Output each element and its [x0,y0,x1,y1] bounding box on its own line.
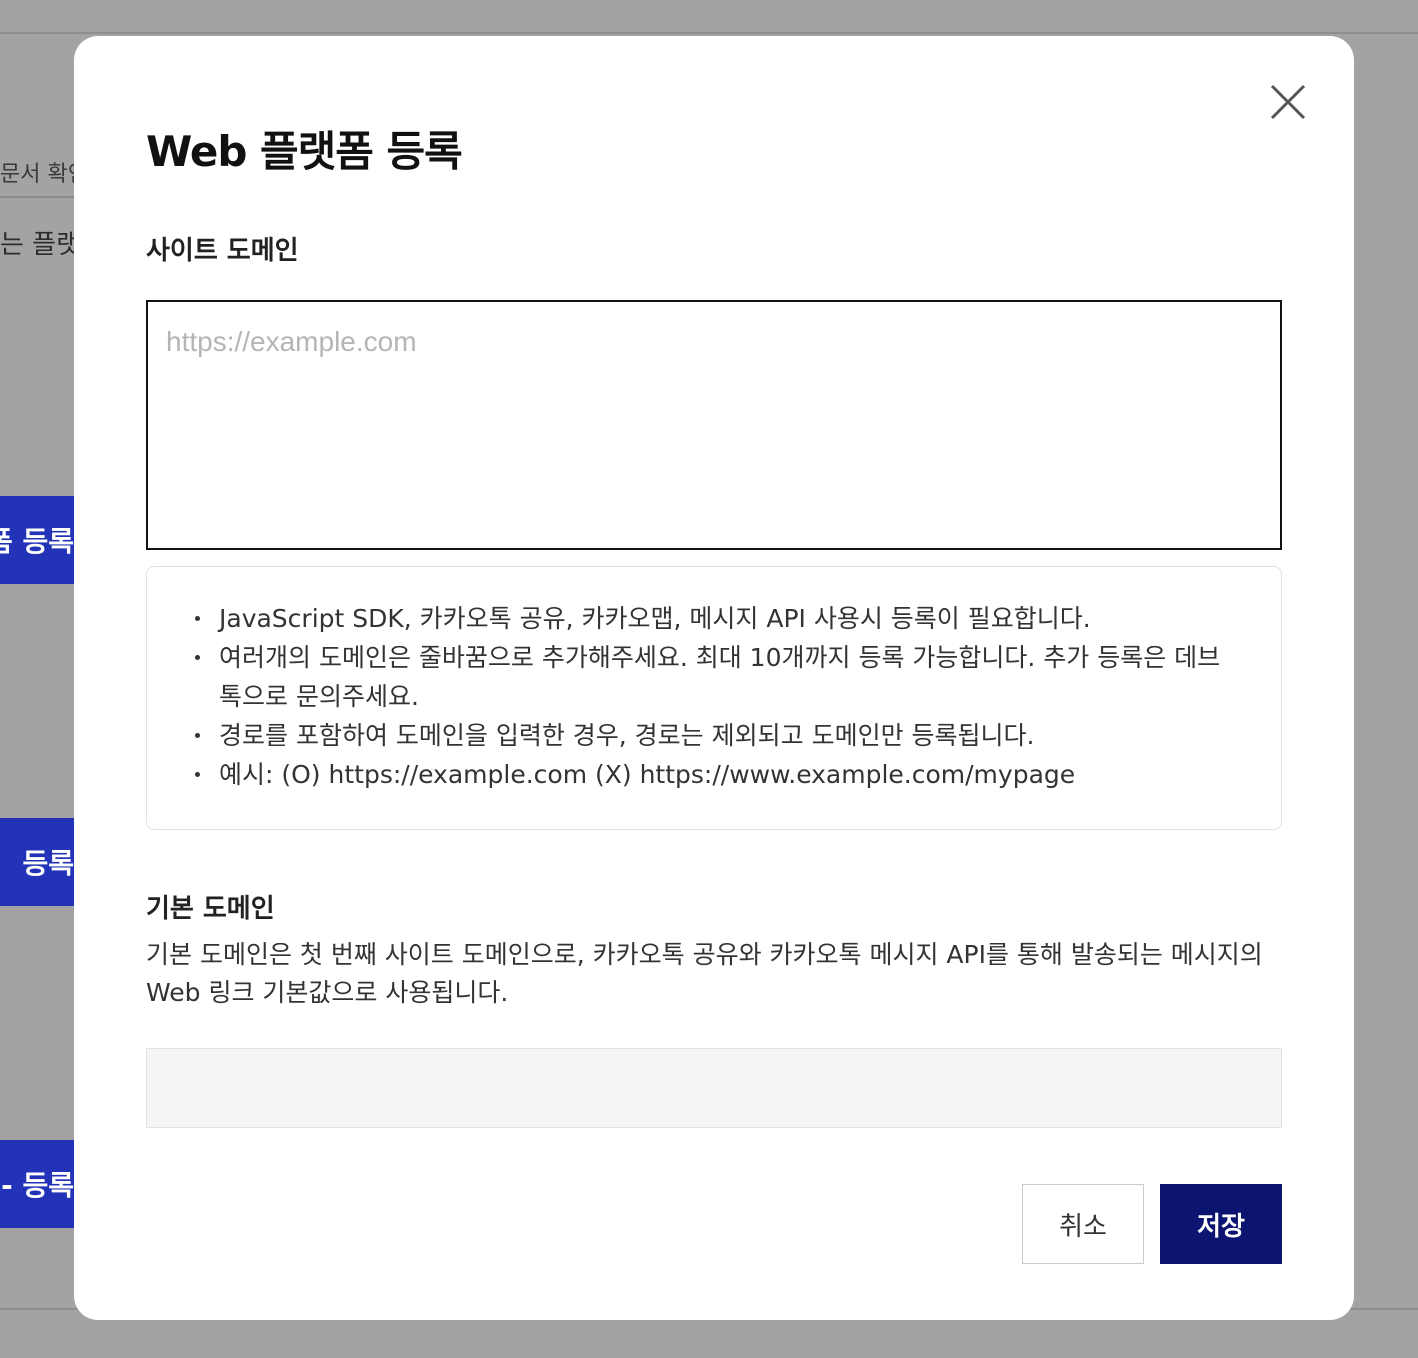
background-divider-top [0,32,1418,34]
save-button[interactable]: 저장 [1160,1184,1282,1264]
cancel-button[interactable]: 취소 [1022,1184,1144,1264]
background-register-button: - 등록 [0,1140,74,1228]
site-domain-input[interactable] [146,300,1282,550]
background-intro-text: 는 플랫폼 [0,230,74,260]
bullet-icon [195,772,200,777]
bullet-icon [195,655,200,660]
info-item: 경로를 포함하여 도메인을 입력한 경우, 경로는 제외되고 도메인만 등록됩니… [191,716,1241,755]
background-register-button-label: - 등록 [1,1169,74,1202]
default-domain-field [146,1048,1282,1128]
info-item-text: JavaScript SDK, 카카오톡 공유, 카카오맵, 메시지 API 사… [219,604,1091,633]
info-item: JavaScript SDK, 카카오톡 공유, 카카오맵, 메시지 API 사… [191,599,1241,638]
site-domain-info-box: JavaScript SDK, 카카오톡 공유, 카카오맵, 메시지 API 사… [146,566,1282,830]
background-register-button-label: 랫폼 등록 [0,525,74,558]
background-register-button-label: 등록 [22,847,74,880]
default-domain-description: 기본 도메인은 첫 번째 사이트 도메인으로, 카카오톡 공유와 카카오톡 메시… [146,940,1263,1007]
background-doc-link: 문서 확인 [0,162,74,187]
web-platform-modal: Web 플랫폼 등록 사이트 도메인 JavaScript SDK, 카카오톡 … [74,36,1354,1320]
background-doc-divider [0,196,74,198]
info-list: JavaScript SDK, 카카오톡 공유, 카카오맵, 메시지 API 사… [191,599,1241,794]
info-item-text: 경로를 포함하여 도메인을 입력한 경우, 경로는 제외되고 도메인만 등록됩니… [219,721,1035,750]
site-domain-label: 사이트 도메인 [146,236,299,266]
info-item-text: 여러개의 도메인은 줄바꿈으로 추가해주세요. 최대 10개까지 등록 가능합니… [219,643,1221,711]
info-item-text: 예시: (O) https://example.com (X) https://… [219,760,1076,789]
bullet-icon [195,616,200,621]
info-item: 예시: (O) https://example.com (X) https://… [191,755,1241,794]
background-register-button: 랫폼 등록 [0,496,74,584]
close-button[interactable] [1266,80,1310,124]
modal-title: Web 플랫폼 등록 [146,127,463,176]
background-register-button: 등록 [0,818,74,906]
bullet-icon [195,733,200,738]
close-icon [1270,84,1306,120]
default-domain-label: 기본 도메인 [146,894,275,924]
info-item: 여러개의 도메인은 줄바꿈으로 추가해주세요. 최대 10개까지 등록 가능합니… [191,638,1241,716]
